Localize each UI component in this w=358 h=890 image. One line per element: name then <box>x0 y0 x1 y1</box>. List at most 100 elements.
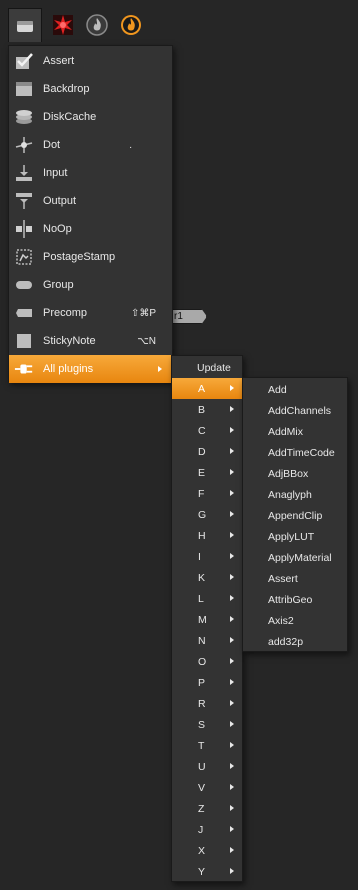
fire-orange-button[interactable] <box>114 8 148 42</box>
menu-item-postagestamp[interactable]: PostageStamp <box>9 243 172 271</box>
plugins-submenu: Add AddChannels AddMix AddTimeCode AdjBBox An… <box>242 377 348 652</box>
letter-label: F <box>198 487 205 500</box>
submenu-arrow-icon <box>230 574 234 580</box>
letter-label: E <box>198 466 206 479</box>
letter-item-k[interactable]: K <box>172 567 242 588</box>
node-fragment[interactable]: r1 <box>171 309 207 324</box>
letter-item-g[interactable]: G <box>172 504 242 525</box>
submenu-arrow-icon <box>230 826 234 832</box>
plugin-item-assert[interactable]: Assert <box>243 568 347 589</box>
plugin-item-applymaterial[interactable]: ApplyMaterial <box>243 547 347 568</box>
submenu-arrow-icon <box>230 490 234 496</box>
letter-label: V <box>198 781 206 794</box>
red-star-button[interactable] <box>46 8 80 42</box>
letter-label: S <box>198 718 206 731</box>
submenu-arrow-icon <box>158 366 162 372</box>
submenu-arrow-icon <box>230 784 234 790</box>
letter-item-v[interactable]: V <box>172 777 242 798</box>
menu-item-output[interactable]: Output <box>9 187 172 215</box>
letter-item-i[interactable]: I <box>172 546 242 567</box>
menu-item-shortcut: ⌥N <box>137 335 156 347</box>
submenu-arrow-icon <box>230 532 234 538</box>
letter-item-x[interactable]: X <box>172 840 242 861</box>
letter-item-y[interactable]: Y <box>172 861 242 882</box>
letter-item-j[interactable]: J <box>172 819 242 840</box>
letter-item-a[interactable]: A <box>172 378 242 399</box>
letter-label: T <box>198 739 205 752</box>
letter-item-d[interactable]: D <box>172 441 242 462</box>
letter-item-e[interactable]: E <box>172 462 242 483</box>
red-star-icon <box>53 15 73 35</box>
menu-item-group[interactable]: Group <box>9 271 172 299</box>
fire-grey-button[interactable] <box>80 8 114 42</box>
letter-label: B <box>198 403 206 416</box>
menu-item-backdrop[interactable]: Backdrop <box>9 75 172 103</box>
plugin-item-anaglyph[interactable]: Anaglyph <box>243 484 347 505</box>
plugin-item-adjbbox[interactable]: AdjBBox <box>243 463 347 484</box>
menu-item-all-plugins[interactable]: All plugins <box>9 355 172 383</box>
letters-submenu: Update ABCDEFGHIKLMNOPRSTUVZJXY <box>171 355 243 882</box>
plugin-item-attribgeo[interactable]: AttribGeo <box>243 589 347 610</box>
menu-item-label: PostageStamp <box>43 251 116 263</box>
submenu-arrow-icon <box>230 553 234 559</box>
plugin-item-add[interactable]: Add <box>243 379 347 400</box>
letter-item-o[interactable]: O <box>172 651 242 672</box>
letter-item-r[interactable]: R <box>172 693 242 714</box>
fire-orange-icon <box>121 15 141 35</box>
submenu-arrow-icon <box>230 700 234 706</box>
plugin-item-axis2[interactable]: Axis2 <box>243 610 347 631</box>
letter-item-u[interactable]: U <box>172 756 242 777</box>
menu-item-assert[interactable]: Assert <box>9 47 172 75</box>
letter-item-s[interactable]: S <box>172 714 242 735</box>
letter-item-b[interactable]: B <box>172 399 242 420</box>
plugin-label: ApplyMaterial <box>268 551 332 564</box>
submenu-arrow-icon <box>230 868 234 874</box>
sticky-note-icon <box>14 331 34 351</box>
toolsets-menu: Assert Backdrop DiskCache Dot . Input Ou… <box>8 45 173 383</box>
plugin-item-add32p[interactable]: add32p <box>243 631 347 652</box>
menu-item-label: Group <box>43 279 74 291</box>
plugin-item-addchannels[interactable]: AddChannels <box>243 400 347 421</box>
plugin-item-appendclip[interactable]: AppendClip <box>243 505 347 526</box>
submenu-arrow-icon <box>230 427 234 433</box>
toolsets-button[interactable] <box>8 8 42 42</box>
plugin-label: Assert <box>268 572 298 585</box>
letter-item-f[interactable]: F <box>172 483 242 504</box>
plugin-item-addmix[interactable]: AddMix <box>243 421 347 442</box>
submenu-arrow-icon <box>230 763 234 769</box>
plugin-label: AttribGeo <box>268 593 313 606</box>
plugin-label: ApplyLUT <box>268 530 315 543</box>
letter-label: G <box>198 508 207 521</box>
menu-item-update[interactable]: Update <box>172 357 242 378</box>
menu-item-label: NoOp <box>43 223 72 235</box>
menu-item-label: Backdrop <box>43 83 90 95</box>
menu-item-stickynote[interactable]: StickyNote ⌥N <box>9 327 172 355</box>
letter-item-c[interactable]: C <box>172 420 242 441</box>
menu-item-noop[interactable]: NoOp <box>9 215 172 243</box>
menu-item-diskcache[interactable]: DiskCache <box>9 103 172 131</box>
letter-item-z[interactable]: Z <box>172 798 242 819</box>
letter-item-n[interactable]: N <box>172 630 242 651</box>
letter-label: U <box>198 760 206 773</box>
plugin-item-applylut[interactable]: ApplyLUT <box>243 526 347 547</box>
letter-item-m[interactable]: M <box>172 609 242 630</box>
submenu-arrow-icon <box>230 805 234 811</box>
plugin-label: AddChannels <box>268 404 332 417</box>
letter-label: C <box>198 424 206 437</box>
letter-item-l[interactable]: L <box>172 588 242 609</box>
menu-item-label: Precomp <box>43 307 88 319</box>
letter-item-t[interactable]: T <box>172 735 242 756</box>
submenu-arrow-icon <box>230 385 234 391</box>
input-arrow-icon <box>14 163 34 183</box>
menu-item-precomp[interactable]: Precomp ⇧⌘P <box>9 299 172 327</box>
letter-item-p[interactable]: P <box>172 672 242 693</box>
toolbar <box>0 8 358 42</box>
dot-icon <box>14 135 34 155</box>
plugin-label: Add <box>268 383 287 396</box>
plugin-label: Anaglyph <box>268 488 312 501</box>
plugin-item-addtimecode[interactable]: AddTimeCode <box>243 442 347 463</box>
letter-item-h[interactable]: H <box>172 525 242 546</box>
menu-item-dot[interactable]: Dot . <box>9 131 172 159</box>
plug-icon <box>14 359 34 379</box>
menu-item-input[interactable]: Input <box>9 159 172 187</box>
